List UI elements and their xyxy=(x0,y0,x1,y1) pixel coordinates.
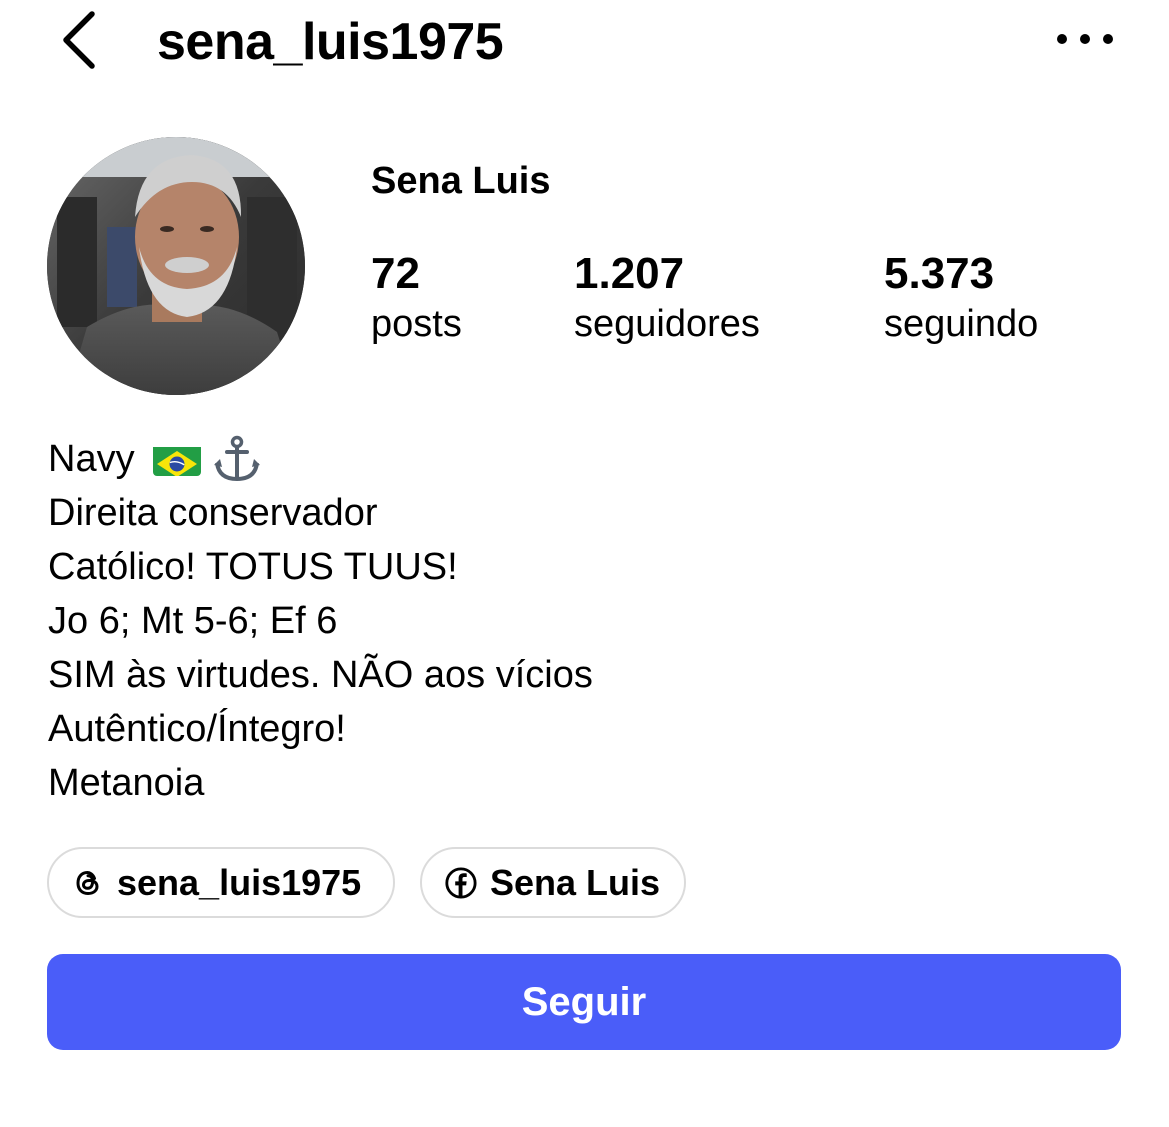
back-button[interactable] xyxy=(58,8,108,72)
threads-icon xyxy=(76,870,99,895)
stat-posts-label: posts xyxy=(371,303,462,345)
stat-following[interactable]: 5.373 seguindo xyxy=(884,248,1038,348)
more-options-button[interactable] xyxy=(1057,26,1113,52)
threads-link-chip[interactable]: sena_luis1975 xyxy=(47,847,395,918)
avatar[interactable] xyxy=(47,137,305,395)
bio-line: Jo 6; Mt 5-6; Ef 6 xyxy=(48,600,338,642)
stat-followers-count: 1.207 xyxy=(574,249,685,298)
bio-line: Metanoia xyxy=(48,762,205,804)
more-dot xyxy=(1080,34,1090,44)
profile-page: sena_luis1975 Sena Luis 72 posts 1.207 s… xyxy=(0,0,1169,1127)
bio-line-text: Navy xyxy=(48,438,135,480)
profile-display-name: Sena Luis xyxy=(371,160,551,202)
stat-followers[interactable]: 1.207 seguidores xyxy=(574,248,760,348)
follow-button[interactable]: Seguir xyxy=(47,954,1121,1050)
bio-line: SIM às virtudes. NÃO aos vícios xyxy=(48,654,593,696)
threads-link-label: sena_luis1975 xyxy=(117,861,362,903)
stat-posts-count: 72 xyxy=(371,249,420,298)
avatar-photo xyxy=(47,137,305,395)
facebook-link-chip[interactable]: Sena Luis xyxy=(420,847,686,918)
stat-followers-label: seguidores xyxy=(574,303,760,345)
facebook-link-label: Sena Luis xyxy=(489,861,660,903)
brazil-flag-icon xyxy=(152,442,201,476)
profile-bio: Navy Direita conservador Católico! TOTUS… xyxy=(48,432,593,810)
stat-following-label: seguindo xyxy=(884,303,1039,345)
bio-line: Direita conservador xyxy=(48,492,378,534)
more-dot xyxy=(1103,34,1113,44)
anchor-icon xyxy=(211,435,263,483)
bio-line: Navy xyxy=(48,432,593,486)
more-horizontal-icon xyxy=(1057,34,1067,44)
chevron-left-icon xyxy=(63,11,95,69)
profile-username-title: sena_luis1975 xyxy=(157,13,504,71)
bio-line: Autêntico/Íntegro! xyxy=(48,708,346,750)
facebook-icon xyxy=(445,866,477,899)
bio-line: Católico! TOTUS TUUS! xyxy=(48,546,458,588)
stat-following-count: 5.373 xyxy=(884,249,995,298)
stat-posts[interactable]: 72 posts xyxy=(371,248,462,348)
